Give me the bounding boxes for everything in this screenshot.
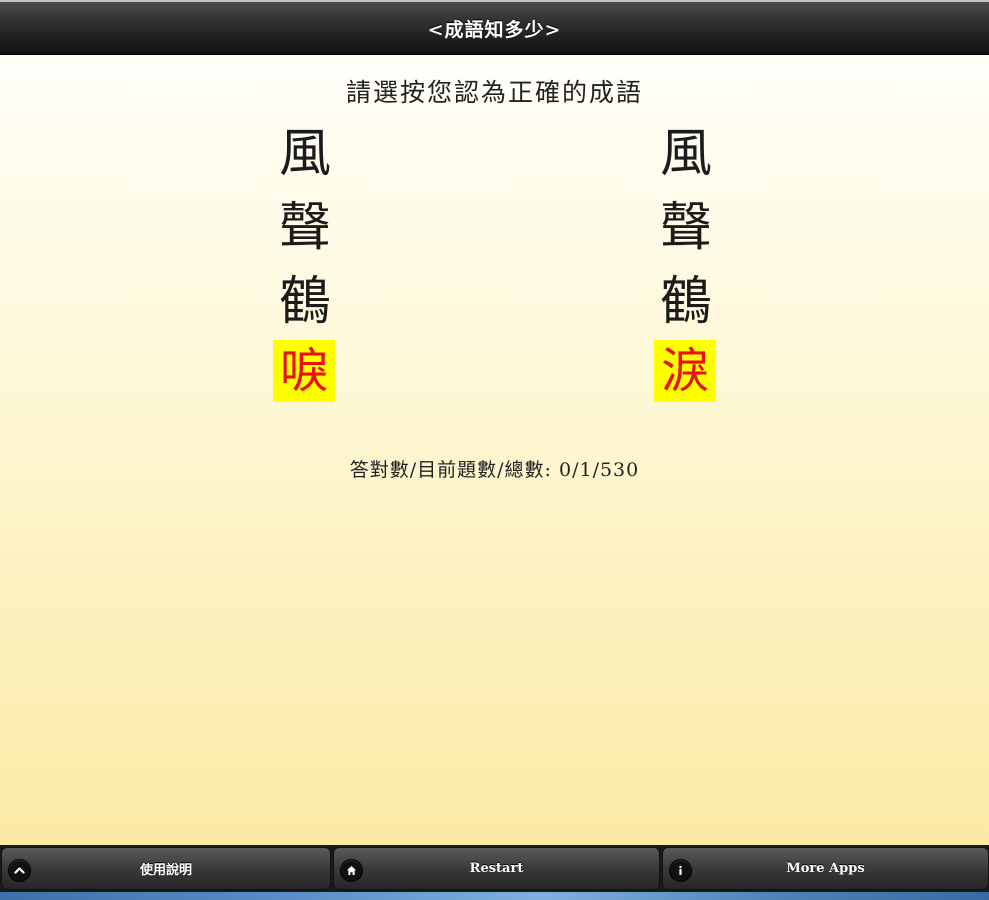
idiom-char: 聲 [278,198,331,258]
main-content: 請選按您認為正確的成語 風 聲 鶴 唳 風 聲 鶴 淚 答對數/目前題數/總數:… [0,55,989,845]
page-title: <成語知多少> [427,18,562,41]
more-apps-button[interactable]: More Apps [662,847,989,890]
desktop-taskbar-strip [0,892,989,900]
help-button-label: 使用說明 [139,863,192,878]
home-icon [340,859,363,882]
idiom-char: 風 [659,124,712,184]
idiom-char: 鶴 [659,272,712,332]
idiom-option-2[interactable]: 風 聲 鶴 淚 [654,117,718,402]
more-apps-button-label: More Apps [786,861,865,876]
footer-toolbar: 使用說明 Restart More Apps [0,845,989,892]
idiom-char: 聲 [659,198,712,258]
idiom-char: 鶴 [278,272,331,332]
idiom-option-1[interactable]: 風 聲 鶴 唳 [273,117,337,402]
header-bar: <成語知多少> [0,2,989,55]
idiom-char-highlighted: 淚 [654,340,716,402]
restart-button[interactable]: Restart [333,847,660,890]
idiom-char-highlighted: 唳 [273,340,335,402]
app-window: <成語知多少> 請選按您認為正確的成語 風 聲 鶴 唳 風 聲 鶴 淚 答對數/… [0,0,989,900]
score-counter: 答對數/目前題數/總數: 0/1/530 [349,459,640,481]
help-button[interactable]: 使用說明 [1,847,331,890]
info-icon [669,859,692,882]
restart-button-label: Restart [469,861,524,876]
instruction-text: 請選按您認為正確的成語 [345,78,643,107]
chevron-up-icon [8,859,31,882]
idiom-char: 風 [278,124,331,184]
